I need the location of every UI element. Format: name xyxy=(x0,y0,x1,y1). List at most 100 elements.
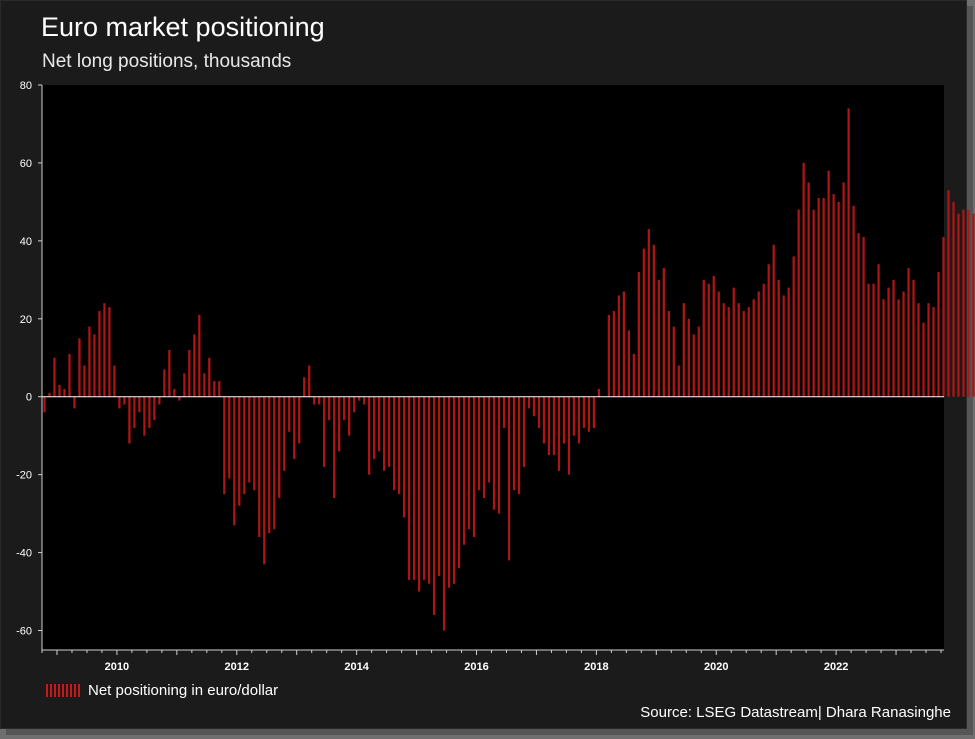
bar xyxy=(582,396,586,428)
bar xyxy=(233,396,236,526)
bar xyxy=(298,396,301,444)
bar xyxy=(88,326,91,397)
bar xyxy=(188,349,191,397)
bar xyxy=(118,396,121,409)
bar xyxy=(867,283,870,397)
bar xyxy=(218,381,221,397)
bar xyxy=(737,303,740,397)
bar xyxy=(827,170,830,397)
bar xyxy=(348,396,351,436)
bar xyxy=(98,311,101,397)
bar xyxy=(63,388,66,397)
bar xyxy=(847,108,850,397)
bar xyxy=(662,268,665,397)
legend: Net positioning in euro/dollar xyxy=(46,680,278,700)
bar xyxy=(692,334,695,397)
bar xyxy=(173,388,176,397)
y-tick-label: 40 xyxy=(20,236,32,248)
bar xyxy=(268,396,271,534)
bar xyxy=(208,357,211,397)
bar xyxy=(712,275,715,397)
y-tick-label: -20 xyxy=(16,470,32,482)
bar xyxy=(333,396,336,499)
bar xyxy=(103,303,106,397)
bar xyxy=(742,311,745,397)
bar xyxy=(907,268,910,397)
y-tick-label: 0 xyxy=(26,392,32,404)
bar xyxy=(338,396,341,452)
x-tick-label: 2020 xyxy=(704,661,728,673)
bar xyxy=(123,396,126,405)
bar xyxy=(328,396,331,421)
bar xyxy=(193,334,196,397)
bar xyxy=(258,396,261,537)
bar xyxy=(383,396,386,471)
bar xyxy=(677,365,680,397)
bar xyxy=(457,396,461,569)
bar xyxy=(862,236,865,397)
bar xyxy=(852,205,855,397)
bar xyxy=(872,283,875,397)
bar xyxy=(507,396,511,561)
bar xyxy=(962,209,965,397)
bar xyxy=(48,392,51,397)
bar xyxy=(148,396,151,428)
bar xyxy=(397,396,401,495)
bar xyxy=(812,209,815,397)
bar xyxy=(617,295,620,397)
bar xyxy=(477,396,481,491)
bar xyxy=(772,244,775,397)
bar xyxy=(248,396,251,483)
bar xyxy=(927,303,930,397)
bar xyxy=(557,396,561,471)
y-tick-label: -40 xyxy=(16,548,32,560)
source-note: Source: LSEG Datastream| Dhara Ranasingh… xyxy=(640,704,951,721)
bar xyxy=(472,396,476,537)
bar xyxy=(837,201,840,397)
bar xyxy=(612,311,615,397)
bar xyxy=(278,396,281,499)
bar xyxy=(947,190,950,397)
bar xyxy=(223,396,226,495)
bar xyxy=(702,279,705,397)
legend-label: Net positioning in euro/dollar xyxy=(88,681,279,699)
bar xyxy=(243,396,246,495)
bar xyxy=(108,307,111,397)
bar xyxy=(577,396,581,444)
bar xyxy=(792,256,795,397)
bar xyxy=(128,396,131,444)
bar xyxy=(368,396,371,475)
bar xyxy=(532,396,536,417)
bar xyxy=(482,396,486,499)
bar xyxy=(722,303,725,397)
bar xyxy=(158,396,161,405)
bar xyxy=(832,194,835,397)
bar xyxy=(143,396,146,436)
bar xyxy=(417,396,421,592)
bar xyxy=(922,322,925,397)
bar xyxy=(787,287,790,397)
bar xyxy=(537,396,541,428)
bar xyxy=(782,295,785,397)
bar xyxy=(318,396,321,405)
bar xyxy=(732,287,735,397)
bar xyxy=(163,369,166,397)
bar xyxy=(392,396,396,491)
bar xyxy=(487,396,491,483)
bar xyxy=(912,279,915,397)
bar xyxy=(343,396,346,421)
bar xyxy=(373,396,376,460)
bar xyxy=(437,396,441,576)
bar xyxy=(53,357,56,397)
bar xyxy=(622,291,625,397)
bar xyxy=(308,365,311,397)
bar xyxy=(263,396,266,565)
bar xyxy=(687,318,690,397)
bar xyxy=(442,396,446,631)
bar xyxy=(293,396,296,460)
bar xyxy=(667,311,670,397)
bar xyxy=(822,198,825,397)
bar xyxy=(378,396,381,452)
bar xyxy=(512,396,516,491)
bar xyxy=(642,248,645,397)
